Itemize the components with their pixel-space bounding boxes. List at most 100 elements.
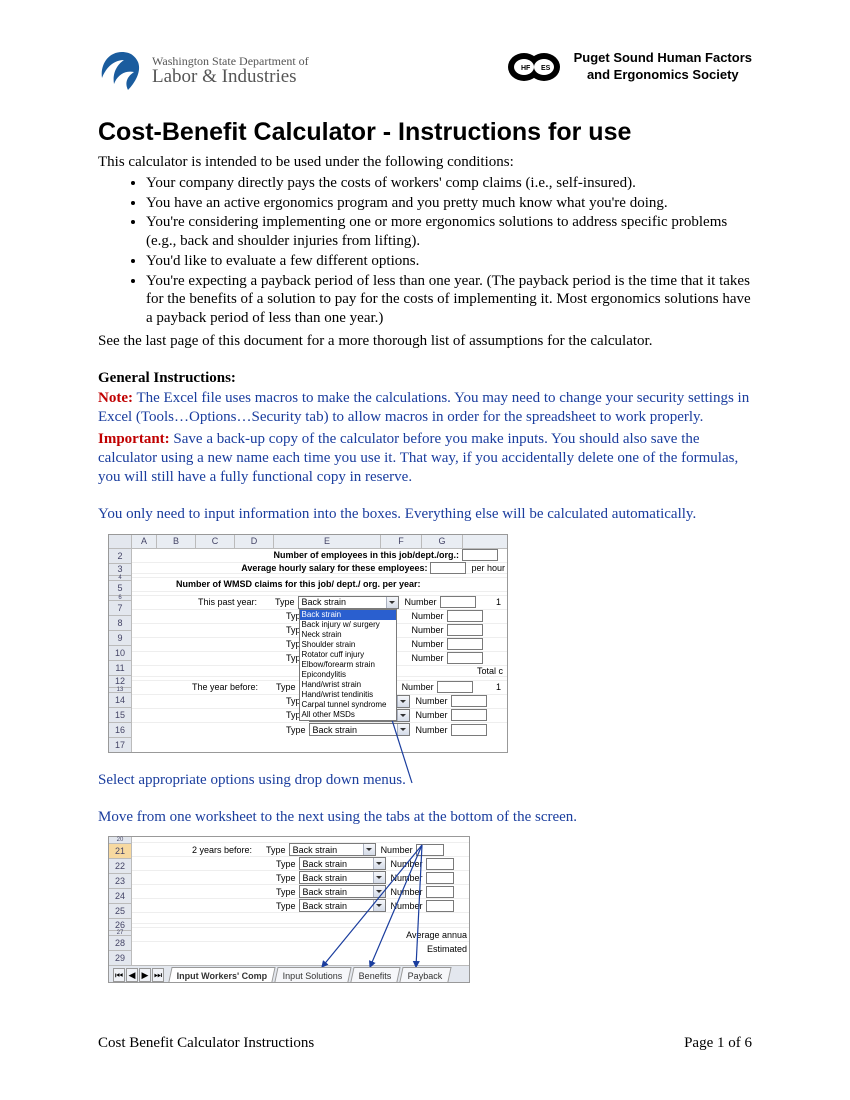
excel-row-num: 23 <box>109 874 131 889</box>
dropdown-option[interactable]: Elbow/forearm strain <box>300 660 396 670</box>
excel-row-num: 7 <box>109 601 131 616</box>
type-label: Type <box>276 887 296 897</box>
wmsd-heading: Number of WMSD claims for this job/ dept… <box>176 579 421 589</box>
number-input[interactable] <box>426 886 454 898</box>
number-input[interactable] <box>451 724 487 736</box>
number-label: Number <box>381 845 413 855</box>
dropdown-option[interactable]: Rotator cuff injury <box>300 650 396 660</box>
dropdown-open-list[interactable]: Back strain Back injury w/ surgery Neck … <box>299 609 397 721</box>
nav-prev-icon[interactable]: ◀ <box>126 968 138 982</box>
number-input[interactable] <box>437 681 473 693</box>
chevron-down-icon[interactable] <box>397 710 409 721</box>
injury-type-dropdown[interactable]: Back strain <box>299 885 386 898</box>
injury-type-dropdown[interactable]: Back strain <box>299 857 386 870</box>
conditions-list: Your company directly pays the costs of … <box>98 174 752 328</box>
excel-row-num: 16 <box>109 723 131 738</box>
auto-calc-note: You only need to input information into … <box>98 505 752 524</box>
worksheet-tab[interactable]: Benefits <box>350 967 400 982</box>
number-input[interactable] <box>426 900 454 912</box>
number-input[interactable] <box>447 610 483 622</box>
chevron-down-icon[interactable] <box>363 844 375 855</box>
number-input[interactable] <box>451 709 487 721</box>
dropdown-option[interactable]: Shoulder strain <box>300 640 396 650</box>
worksheet-tab[interactable]: Input Workers' Comp <box>168 967 276 982</box>
list-item: You have an active ergonomics program an… <box>146 194 752 213</box>
dropdown-option[interactable]: Back strain <box>300 610 396 620</box>
number-input[interactable] <box>447 652 483 664</box>
note-label: Note: <box>98 390 133 406</box>
note-block: Note: The Excel file uses macros to make… <box>98 389 752 427</box>
dropdown-value: Back strain <box>303 901 348 911</box>
li-logo-text: Washington State Department of Labor & I… <box>152 55 309 88</box>
number-input[interactable] <box>416 844 444 856</box>
dropdown-value: Back strain <box>302 597 347 607</box>
injury-type-dropdown[interactable]: Back strain <box>309 723 410 736</box>
dropdown-option[interactable]: Epicondylitis <box>300 670 396 680</box>
hfes-line1: Puget Sound Human Factors <box>574 50 752 67</box>
dropdown-value: Back strain <box>313 725 358 735</box>
injury-type-dropdown[interactable]: Back strain <box>299 871 386 884</box>
excel-row-num: 29 <box>109 951 131 965</box>
excel-col-header: G <box>422 535 463 548</box>
nav-next-icon[interactable]: ▶ <box>139 968 151 982</box>
type-label: Type <box>286 725 306 735</box>
svg-text:HF: HF <box>521 65 531 72</box>
avg-salary-input[interactable] <box>430 562 466 574</box>
excel-col-header: C <box>196 535 235 548</box>
worksheet-tab[interactable]: Input Solutions <box>275 967 352 982</box>
number-input[interactable] <box>426 858 454 870</box>
nav-last-icon[interactable]: ⏭ <box>152 968 164 982</box>
one-label: 1 <box>496 597 501 607</box>
number-label: Number <box>416 725 448 735</box>
worksheet-tab-bar: ⏮ ◀ ▶ ⏭ Input Workers' Comp Input Soluti… <box>109 965 469 982</box>
chevron-down-icon[interactable] <box>373 900 385 911</box>
excel-col-header: D <box>235 535 274 548</box>
excel-corner-cell <box>109 535 132 548</box>
type-label: Type <box>266 845 286 855</box>
excel-row-num: 2 <box>109 549 131 564</box>
this-past-year-label: This past year: <box>198 597 257 607</box>
dropdown-option[interactable]: Carpal tunnel syndrome <box>300 700 396 710</box>
number-label: Number <box>391 859 423 869</box>
page-footer: Cost Benefit Calculator Instructions Pag… <box>98 1035 752 1052</box>
dropdown-option[interactable]: Neck strain <box>300 630 396 640</box>
injury-type-dropdown[interactable]: Back strain <box>299 899 386 912</box>
dropdown-value: Back strain <box>303 873 348 883</box>
excel-row-num: 24 <box>109 889 131 904</box>
num-employees-input[interactable] <box>462 549 498 561</box>
avg-annual-label: Average annua <box>406 930 467 940</box>
number-input[interactable] <box>447 624 483 636</box>
type-label: Type <box>276 859 296 869</box>
footer-left: Cost Benefit Calculator Instructions <box>98 1035 314 1052</box>
number-label: Number <box>412 611 444 621</box>
worksheet-tab[interactable]: Payback <box>399 967 451 982</box>
number-input[interactable] <box>447 638 483 650</box>
excel-screenshot-1: A B C D E F G 2 3 4 5 6 7 8 9 10 11 12 1… <box>108 534 508 753</box>
dropdown-option[interactable]: Back injury w/ surgery <box>300 620 396 630</box>
per-hour-label: per hour <box>471 563 505 573</box>
chevron-down-icon[interactable] <box>386 597 398 608</box>
dropdown-option[interactable]: Hand/wrist strain <box>300 680 396 690</box>
important-block: Important: Save a back-up copy of the ca… <box>98 430 752 488</box>
nav-first-icon[interactable]: ⏮ <box>113 968 125 982</box>
document-header: Washington State Department of Labor & I… <box>98 50 752 92</box>
chevron-down-icon[interactable] <box>397 696 409 707</box>
number-input[interactable] <box>426 872 454 884</box>
excel-row-num: 21 <box>109 844 131 859</box>
chevron-down-icon[interactable] <box>373 858 385 869</box>
chevron-down-icon[interactable] <box>373 872 385 883</box>
injury-type-dropdown[interactable]: Back strain <box>289 843 376 856</box>
number-input[interactable] <box>440 596 476 608</box>
dropdown-option[interactable]: All other MSDs <box>300 710 396 720</box>
chevron-down-icon[interactable] <box>373 886 385 897</box>
injury-type-dropdown[interactable]: Back strain Back strain Back injury w/ s… <box>298 596 399 609</box>
dropdown-value: Back strain <box>303 887 348 897</box>
num-employees-label: Number of employees in this job/dept./or… <box>273 550 459 560</box>
year-before-label: The year before: <box>192 682 258 692</box>
intro-paragraph: This calculator is intended to be used u… <box>98 153 752 172</box>
excel-row-numbers: 2 3 4 5 6 7 8 9 10 11 12 13 14 15 16 17 <box>109 549 132 752</box>
chevron-down-icon[interactable] <box>397 724 409 735</box>
important-label: Important: <box>98 431 170 447</box>
number-input[interactable] <box>451 695 487 707</box>
dropdown-option[interactable]: Hand/wrist tendinitis <box>300 690 396 700</box>
